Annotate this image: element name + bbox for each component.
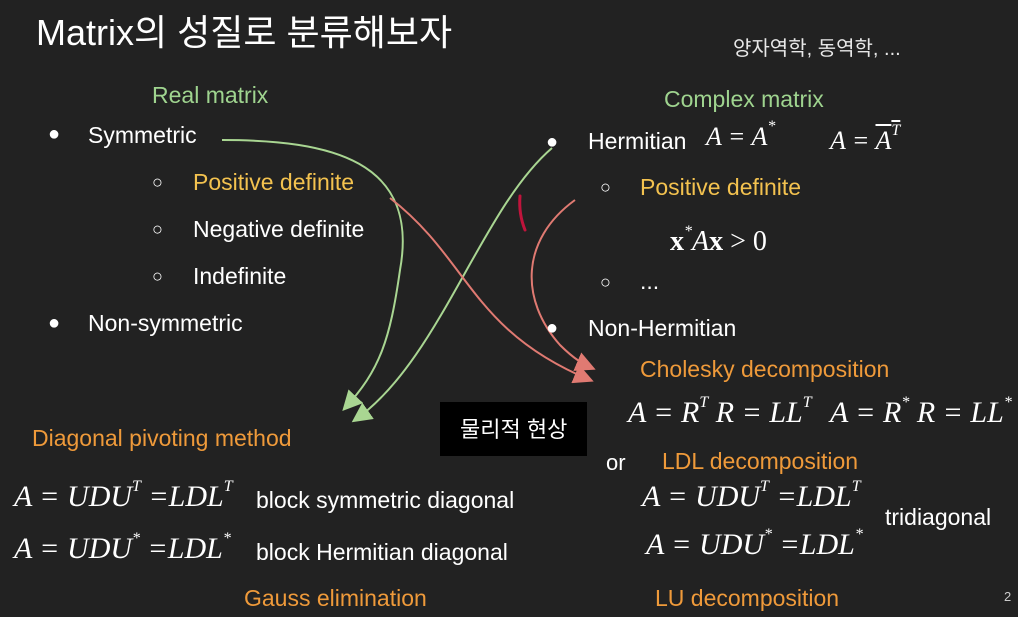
hermitian-label: Hermitian: [588, 128, 687, 154]
arrow-positive-definite-to-cholesky: [389, 197, 594, 384]
bullet-symmetric: ●: [48, 123, 61, 145]
real-matrix-heading: Real matrix: [152, 82, 269, 108]
gauss-elimination-label: Gauss elimination: [244, 585, 427, 611]
indefinite-label: Indefinite: [193, 263, 287, 289]
cholesky-complex-equation: A = R* R = LL*: [830, 394, 1012, 429]
cholesky-decomposition-label: Cholesky decomposition: [640, 356, 890, 382]
ldl-conjugate-equation: A = UDU* =LDL*: [646, 526, 863, 561]
lu-decomposition-label: LU decomposition: [655, 585, 840, 611]
symmetric-label: Symmetric: [88, 122, 197, 148]
tridiagonal-label: tridiagonal: [885, 504, 992, 530]
cholesky-real-equation: A = RT R = LLT: [628, 394, 812, 429]
complex-ellipsis: ...: [640, 268, 660, 294]
block-hermitian-label: block Hermitian diagonal: [256, 539, 508, 565]
sub-bullet: ○: [152, 172, 163, 192]
udu-transpose-equation: A = UDUT =LDLT: [14, 478, 233, 513]
real-positive-definite-label: Positive definite: [193, 169, 355, 195]
block-symmetric-label: block symmetric diagonal: [256, 487, 515, 513]
sub-bullet: ○: [600, 177, 611, 197]
sub-bullet: ○: [152, 219, 163, 239]
application-note: 양자역학, 동역학, ...: [733, 38, 901, 60]
ldl-transpose-equation: A = UDUT =LDLT: [642, 478, 861, 513]
udu-conjugate-equation: A = UDU* =LDL*: [14, 530, 231, 565]
complex-matrix-heading: Complex matrix: [664, 86, 824, 112]
page-number: 2: [1004, 589, 1012, 604]
conjugate-transpose-equation: A = AT: [830, 122, 901, 155]
negative-definite-label: Negative definite: [193, 216, 365, 242]
bullet-non-symmetric: ●: [48, 312, 61, 334]
diagonal-pivoting-method-label: Diagonal pivoting method: [32, 425, 292, 451]
non-hermitian-label: Non-Hermitian: [588, 315, 737, 341]
bullet-non-hermitian: ●: [546, 317, 559, 339]
arrow-hermitian-to-diagonal-pivoting: [351, 147, 553, 423]
physical-phenomenon-box: 물리적 현상: [440, 402, 588, 456]
hermitian-equation: A = A*: [706, 118, 776, 151]
slide-title: Matrix의 성질로 분류해보자: [36, 12, 453, 53]
ldl-decomposition-label: LDL decomposition: [662, 448, 859, 474]
non-symmetric-label: Non-symmetric: [88, 310, 243, 336]
complex-positive-definite-label: Positive definite: [640, 174, 802, 200]
handwritten-mark: [518, 194, 527, 232]
bullet-hermitian: ●: [546, 131, 559, 153]
or-label: or: [606, 450, 626, 475]
sub-bullet: ○: [152, 266, 163, 286]
arrow-complex-positive-definite-to-cholesky: [530, 199, 596, 371]
positive-definite-condition: x*Ax > 0: [670, 222, 767, 257]
sub-bullet: ○: [600, 272, 611, 292]
